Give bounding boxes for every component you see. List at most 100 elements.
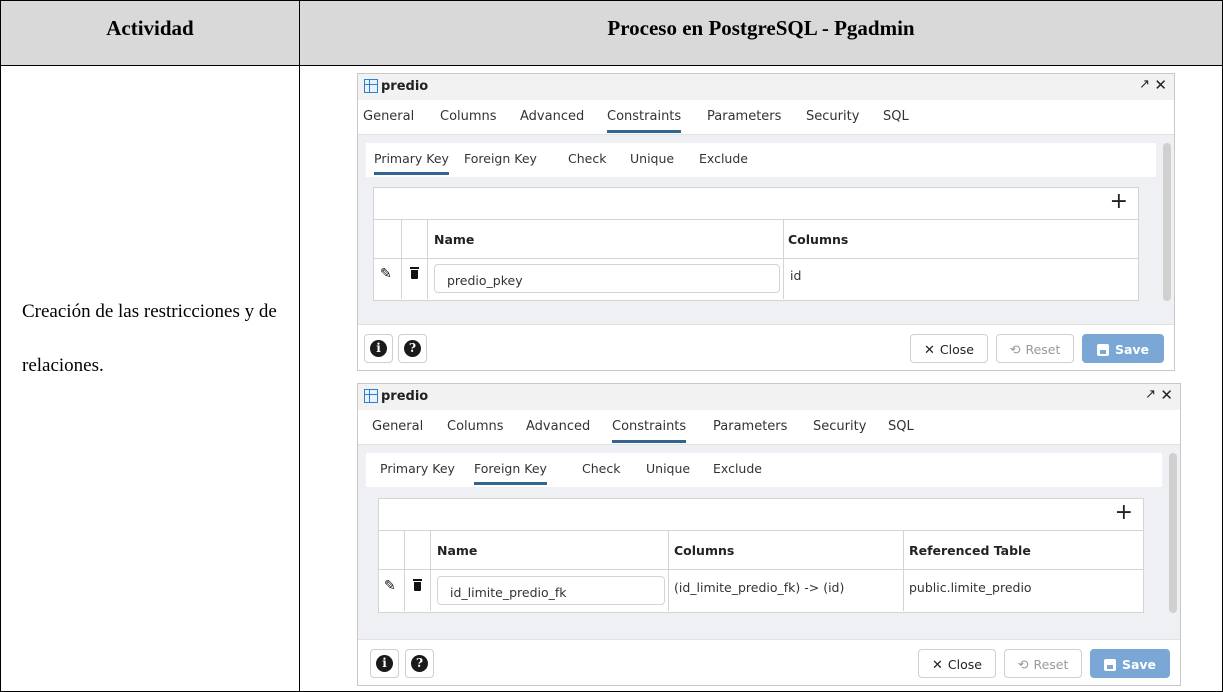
- constraints-panel: Primary Key Foreign Key Check Unique Exc…: [358, 135, 1174, 324]
- close-label: Close: [939, 342, 974, 357]
- tab-security[interactable]: Security: [813, 419, 866, 434]
- column-header-name: Name: [434, 232, 475, 247]
- expand-icon[interactable]: ↗: [1139, 77, 1150, 92]
- save-button[interactable]: Save: [1090, 649, 1170, 678]
- close-icon: ✕: [932, 658, 943, 673]
- reset-button[interactable]: ⟲ Reset: [996, 334, 1074, 363]
- name-input[interactable]: predio_pkey: [434, 264, 780, 293]
- activity-description: Creación de las restricciones y de relac…: [22, 301, 277, 376]
- subtab-check[interactable]: Check: [568, 151, 606, 166]
- save-icon: [1096, 344, 1109, 356]
- tab-sql[interactable]: SQL: [888, 419, 914, 434]
- reset-icon: ⟲: [1017, 658, 1029, 673]
- subtab-unique[interactable]: Unique: [646, 461, 690, 476]
- grid-header-row: [374, 219, 1138, 259]
- column-header-columns: Columns: [674, 543, 735, 558]
- info-icon: i: [376, 655, 393, 672]
- dialog-footer: i ? ✕ Close ⟲ Reset Save: [358, 324, 1174, 370]
- grid-divider: [668, 530, 669, 611]
- scrollbar[interactable]: [1169, 453, 1177, 613]
- tab-sql[interactable]: SQL: [883, 109, 909, 124]
- table-dialog-foreign-key: predio ↗ ✕ General Columns Advanced Cons…: [357, 383, 1181, 686]
- table-header-row: Actividad Proceso en PostgreSQL - Pgadmi…: [1, 1, 1222, 66]
- dialog-title-bar: predio ↗ ✕: [358, 74, 1174, 100]
- subtab-primary-key[interactable]: Primary Key: [374, 151, 449, 175]
- expand-icon[interactable]: ↗: [1145, 387, 1156, 402]
- subtab-exclude[interactable]: Exclude: [699, 151, 748, 166]
- header-process: Proceso en PostgreSQL - Pgadmin: [607, 16, 915, 40]
- tab-columns[interactable]: Columns: [447, 419, 504, 434]
- grid-divider: [903, 530, 904, 611]
- referenced-table-value[interactable]: public.limite_predio: [909, 580, 1032, 595]
- column-header-name: Name: [437, 543, 478, 558]
- primary-key-grid: + Name Columns ✎ predio_pkey id: [373, 187, 1139, 301]
- foreign-key-grid: + Name Columns Referenced Table ✎ id_lim…: [378, 498, 1144, 613]
- trash-icon[interactable]: [410, 267, 419, 279]
- columns-value[interactable]: id: [790, 268, 801, 283]
- tab-general[interactable]: General: [363, 109, 414, 124]
- reset-label: Reset: [1025, 342, 1061, 357]
- help-icon: ?: [411, 655, 428, 672]
- subtab-foreign-key[interactable]: Foreign Key: [474, 461, 547, 485]
- subtab-check[interactable]: Check: [582, 461, 620, 476]
- save-label: Save: [1121, 657, 1157, 672]
- close-label: Close: [947, 657, 982, 672]
- pencil-icon[interactable]: ✎: [384, 578, 396, 594]
- constraint-subtabs: Primary Key Foreign Key Check Unique Exc…: [366, 143, 1156, 177]
- trash-icon[interactable]: [413, 579, 422, 591]
- subtab-unique[interactable]: Unique: [630, 151, 674, 166]
- tab-advanced[interactable]: Advanced: [526, 419, 590, 434]
- close-button[interactable]: ✕ Close: [918, 649, 996, 678]
- subtab-exclude[interactable]: Exclude: [713, 461, 762, 476]
- dialog-tabs: General Columns Advanced Constraints Par…: [358, 410, 1180, 445]
- column-header-referenced-table: Referenced Table: [909, 543, 1031, 558]
- help-button[interactable]: ?: [398, 334, 427, 363]
- document-table: Actividad Proceso en PostgreSQL - Pgadmi…: [0, 0, 1223, 692]
- dialog-footer: i ? ✕ Close ⟲ Reset Save: [358, 639, 1180, 685]
- column-header-columns: Columns: [788, 232, 849, 247]
- info-button[interactable]: i: [364, 334, 393, 363]
- grid-divider: [401, 219, 402, 299]
- close-button[interactable]: ✕ Close: [910, 334, 988, 363]
- grid-divider: [430, 530, 431, 611]
- save-button[interactable]: Save: [1082, 334, 1164, 363]
- help-button[interactable]: ?: [405, 649, 434, 678]
- table-dialog-primary-key: predio ↗ ✕ General Columns Advanced Cons…: [357, 73, 1175, 371]
- tab-security[interactable]: Security: [806, 109, 859, 124]
- plus-icon[interactable]: +: [1110, 189, 1128, 214]
- subtab-primary-key[interactable]: Primary Key: [380, 461, 455, 476]
- info-icon: i: [370, 340, 387, 357]
- close-icon[interactable]: ✕: [1154, 76, 1167, 94]
- tab-parameters[interactable]: Parameters: [707, 109, 781, 124]
- close-icon[interactable]: ✕: [1160, 386, 1173, 404]
- name-input[interactable]: id_limite_predio_fk: [437, 576, 665, 605]
- reset-button[interactable]: ⟲ Reset: [1004, 649, 1082, 678]
- column-divider: [299, 1, 300, 691]
- scrollbar[interactable]: [1163, 143, 1171, 301]
- header-activity: Actividad: [106, 16, 194, 40]
- tab-general[interactable]: General: [372, 419, 423, 434]
- subtab-foreign-key[interactable]: Foreign Key: [464, 151, 537, 166]
- info-button[interactable]: i: [370, 649, 399, 678]
- dialog-title-bar: predio ↗ ✕: [358, 384, 1180, 410]
- table-icon: [364, 389, 378, 403]
- table-icon: [364, 79, 378, 93]
- grid-divider: [783, 219, 784, 299]
- grid-divider: [404, 530, 405, 611]
- constraint-subtabs: Primary Key Foreign Key Check Unique Exc…: [366, 453, 1162, 487]
- save-label: Save: [1114, 342, 1150, 357]
- close-icon: ✕: [924, 343, 935, 358]
- help-icon: ?: [404, 340, 421, 357]
- tab-constraints[interactable]: Constraints: [607, 109, 682, 133]
- reset-icon: ⟲: [1009, 343, 1021, 358]
- dialog-tabs: General Columns Advanced Constraints Par…: [358, 100, 1174, 135]
- tab-columns[interactable]: Columns: [440, 109, 497, 124]
- pencil-icon[interactable]: ✎: [380, 266, 392, 282]
- save-icon: [1103, 659, 1116, 671]
- columns-value[interactable]: (id_limite_predio_fk) -> (id): [674, 580, 844, 595]
- dialog-title: predio: [381, 79, 429, 94]
- tab-advanced[interactable]: Advanced: [520, 109, 584, 124]
- tab-parameters[interactable]: Parameters: [713, 419, 787, 434]
- plus-icon[interactable]: +: [1115, 500, 1133, 525]
- tab-constraints[interactable]: Constraints: [612, 419, 687, 443]
